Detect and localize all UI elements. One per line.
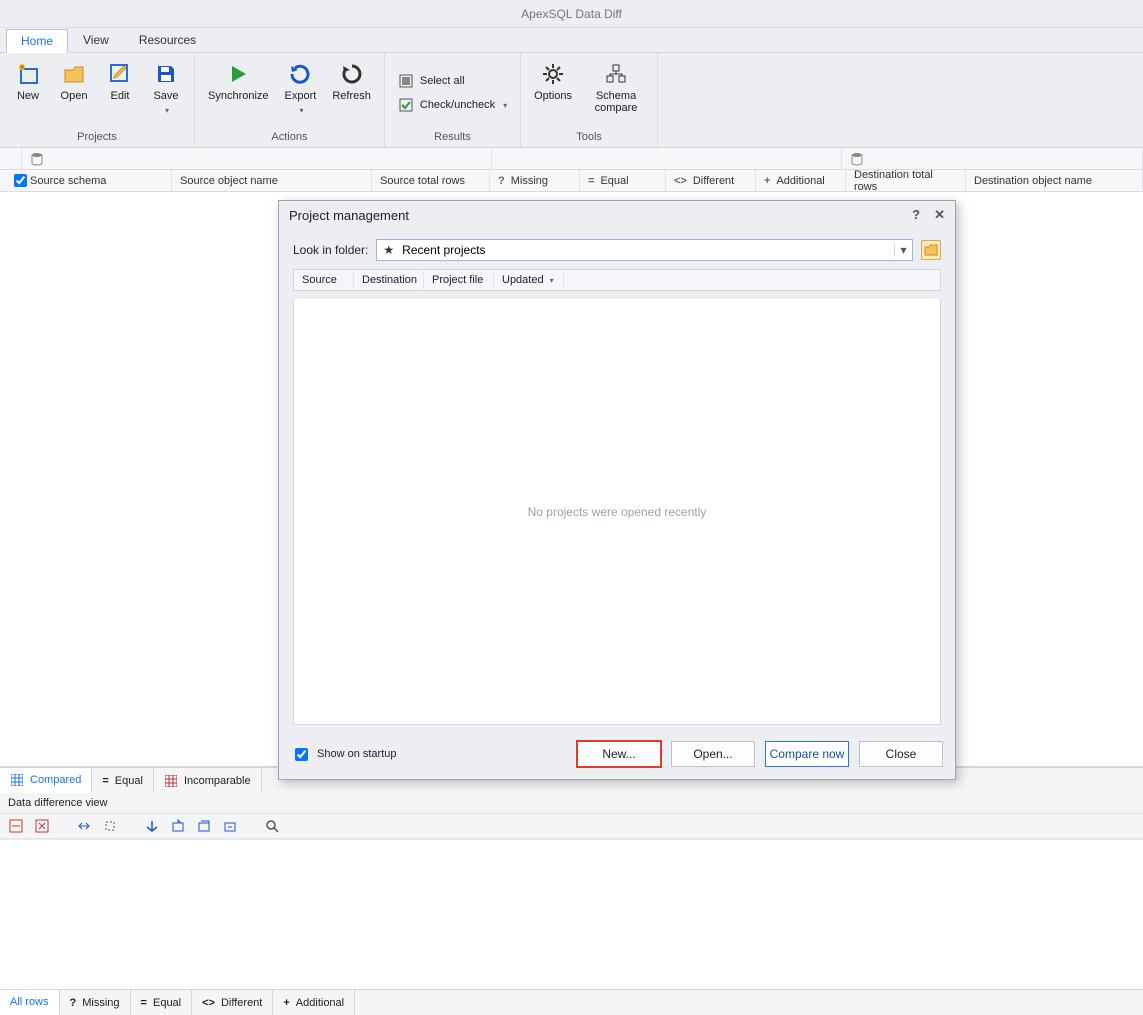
dialog-titlebar: Project management ? ✕: [279, 201, 955, 229]
compare-now-button[interactable]: Compare now: [765, 741, 849, 767]
col-source[interactable]: Source: [294, 270, 354, 290]
show-on-startup-checkbox[interactable]: [295, 748, 308, 761]
project-list-header: Source Destination Project file Updated▾: [293, 269, 941, 291]
dialog-footer: Show on startup New... Open... Compare n…: [279, 733, 955, 779]
help-icon[interactable]: ?: [912, 207, 920, 223]
star-icon: ★: [377, 243, 400, 257]
look-in-input[interactable]: [400, 242, 894, 258]
show-on-startup[interactable]: Show on startup: [291, 745, 397, 764]
close-icon[interactable]: ✕: [934, 207, 945, 223]
chevron-down-icon[interactable]: ▾: [894, 243, 912, 257]
chevron-down-icon: ▾: [550, 276, 554, 285]
new-project-button[interactable]: New...: [577, 741, 661, 767]
modal-layer: Project management ? ✕ Look in folder: ★…: [0, 0, 1143, 1009]
project-list-body: No projects were opened recently: [293, 299, 941, 725]
open-project-button[interactable]: Open...: [671, 741, 755, 767]
col-updated[interactable]: Updated▾: [494, 270, 564, 290]
empty-message: No projects were opened recently: [528, 505, 707, 519]
look-in-label: Look in folder:: [293, 243, 368, 257]
look-in-combo[interactable]: ★ ▾: [376, 239, 913, 261]
browse-folder-button[interactable]: [921, 240, 941, 260]
look-in-row: Look in folder: ★ ▾: [293, 239, 941, 261]
col-project-file[interactable]: Project file: [424, 270, 494, 290]
col-destination[interactable]: Destination: [354, 270, 424, 290]
close-dialog-button[interactable]: Close: [859, 741, 943, 767]
dialog-title: Project management: [289, 208, 409, 223]
project-management-dialog: Project management ? ✕ Look in folder: ★…: [278, 200, 956, 780]
